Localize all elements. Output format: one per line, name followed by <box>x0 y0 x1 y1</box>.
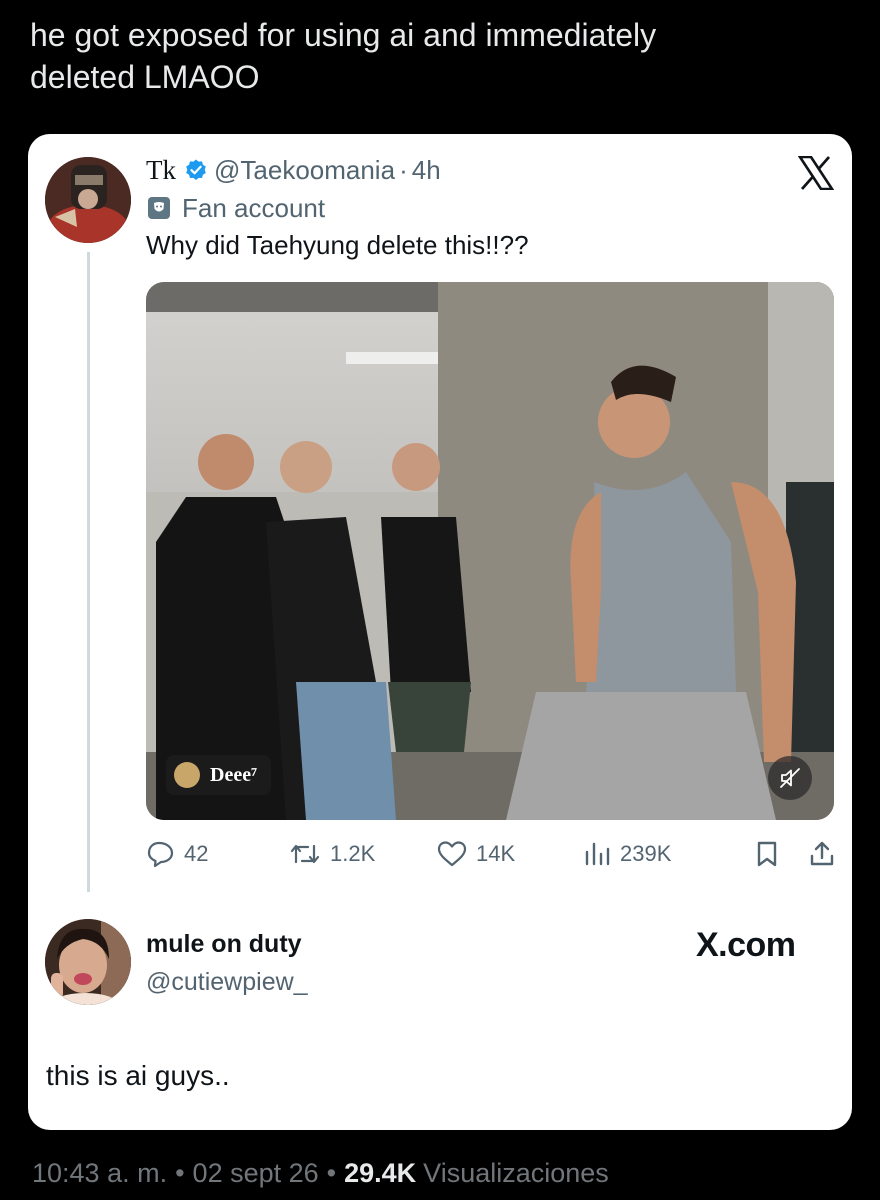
tweet-header: Tk @Taekoomania · 4h <box>146 154 441 186</box>
reply-handle[interactable]: @cutiewpiew_ <box>146 968 308 997</box>
handle[interactable]: @Taekoomania <box>214 155 395 186</box>
mute-button[interactable] <box>768 756 812 800</box>
reply-text: this is ai guys.. <box>46 1060 230 1091</box>
repost-button[interactable]: 1.2K <box>288 836 375 872</box>
fan-account-icon <box>148 197 170 219</box>
bookmark-icon <box>757 841 777 867</box>
x-logo-icon[interactable] <box>798 156 834 190</box>
thread-line <box>87 252 90 892</box>
tweet-actions: 42 1.2K 14K 239K <box>146 836 836 872</box>
reply-avatar-image <box>45 919 131 1005</box>
tweet-text: Why did Taehyung delete this!!?? <box>146 230 529 260</box>
reply-display-name[interactable]: mule on duty <box>146 930 302 959</box>
watermark-badge-icon <box>174 762 200 788</box>
xcom-link[interactable]: X.com <box>696 926 796 965</box>
tweet-card[interactable]: Tk @Taekoomania · 4h Fan account Why did… <box>28 134 852 1130</box>
verified-badge-icon <box>186 159 206 180</box>
watermark-text: Deee⁷ <box>210 763 258 786</box>
post-date[interactable]: 02 sept 26 <box>193 1158 319 1189</box>
avatar[interactable] <box>45 157 131 243</box>
post-text: he got exposed for using ai and immediat… <box>30 17 657 95</box>
post-time[interactable]: 10:43 a. m. <box>32 1158 167 1189</box>
fan-account-label: Fan account <box>146 192 325 224</box>
video-frame <box>146 282 834 820</box>
repost-count: 1.2K <box>330 841 376 866</box>
video-watermark: Deee⁷ <box>166 755 272 795</box>
like-button[interactable]: 14K <box>436 836 515 872</box>
reply-count: 42 <box>184 841 209 866</box>
views-label[interactable]: Visualizaciones <box>423 1158 609 1189</box>
dot-separator: · <box>399 154 408 185</box>
bookmark-button[interactable] <box>754 836 788 872</box>
like-count: 14K <box>476 841 516 866</box>
repost-icon <box>290 844 320 864</box>
meta-dot: • <box>175 1158 185 1188</box>
mute-icon <box>780 768 800 788</box>
share-icon <box>810 841 834 866</box>
avatar-image <box>45 157 131 243</box>
timestamp[interactable]: 4h <box>412 155 441 186</box>
like-icon <box>437 841 467 867</box>
post-meta: 10:43 a. m. • 02 sept 26 • 29.4K Visuali… <box>32 1158 609 1189</box>
tweet-video[interactable]: Deee⁷ <box>146 282 834 820</box>
share-button[interactable] <box>808 836 844 872</box>
views-icon <box>585 842 610 866</box>
meta-dot: • <box>326 1158 337 1188</box>
reply-avatar[interactable] <box>45 919 131 1005</box>
label-text: Fan account <box>182 192 326 223</box>
views-button[interactable]: 239K <box>582 836 671 872</box>
display-name[interactable]: Tk <box>146 155 176 186</box>
views-count: 29.4K <box>344 1158 417 1188</box>
reply-button[interactable]: 42 <box>146 836 208 872</box>
view-count: 239K <box>620 841 672 866</box>
reply-icon <box>147 841 174 868</box>
